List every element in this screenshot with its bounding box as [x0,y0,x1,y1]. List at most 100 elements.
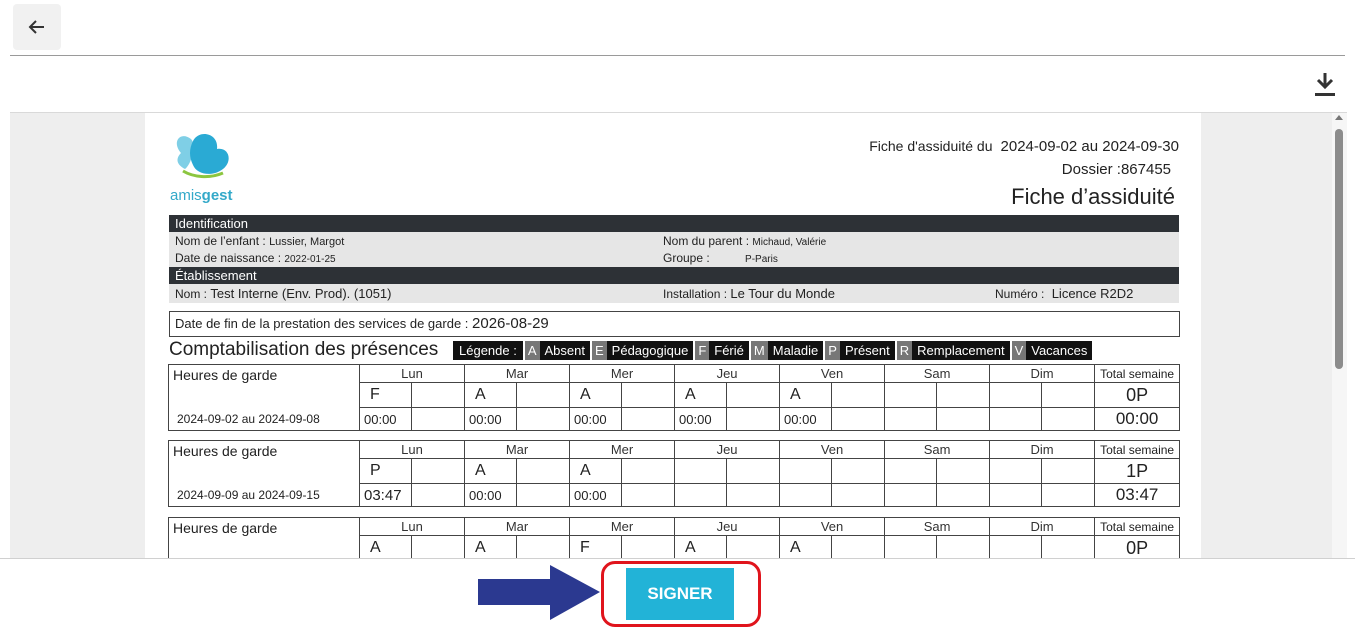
period: Fiche d'assiduité du 2024-09-02 au 2024-0… [869,138,1179,155]
day-cell [726,382,781,408]
child-row: Nom de l’enfant : Lussier, Margot Nom du… [169,232,1179,250]
day-cell [831,382,886,408]
dossier: Dossier :867455 [1061,161,1171,178]
day-cell [1041,382,1096,408]
day-cell [1041,483,1096,507]
day-cell [726,458,781,484]
day-time [674,483,728,507]
week-range: 2024-09-02 au 2024-09-08 [177,412,320,426]
legend-key: P [825,341,840,360]
day-header: Sam [884,364,991,383]
day-time [884,407,938,431]
day-cell [936,458,991,484]
total-hours: 03:47 [1094,483,1181,507]
day-cell [621,458,676,484]
arrow-left-icon [28,20,44,34]
day-time [989,407,1043,431]
day-cell [831,483,886,507]
day-cell [1041,535,1096,558]
day-header: Mer [569,364,676,383]
day-cell [410,483,466,507]
legend-key: M [750,341,768,360]
day-time: 00:00 [674,407,728,431]
day-code: A [464,382,518,408]
hours-label-cell: Heures de garde [168,517,360,558]
week-table: Heures de garde 2024-09-02 au 2024-09-08 L… [168,364,1181,431]
legend-title: Légende : [453,341,523,360]
section-title: Établissement [169,267,1179,284]
day-header: Ven [779,364,886,383]
etablissement-row: Nom : Test Interne (Env. Prod). (1051) I… [169,284,1179,303]
day-cell [726,535,781,558]
scrollbar[interactable] [1332,113,1347,558]
day-header: Mar [464,517,571,536]
day-header: Mar [464,440,571,459]
identification-section: Identification Nom de l’enfant : Lussier… [169,215,1179,303]
legend-value: Pédagogique [606,341,694,360]
pdf-viewer[interactable]: amisgest Fiche d'assiduité du 2024-09-02 … [10,113,1347,558]
day-cell [831,407,886,431]
pointer-arrow-icon [478,565,600,620]
week-table: Heures de garde Lun Mar Mer Jeu Ven Sam Dim Tota… [168,517,1181,558]
day-header: Jeu [674,517,781,536]
hours-label-cell: Heures de garde 2024-09-09 au 2024-09-15 [168,440,360,507]
day-time: 00:00 [464,483,518,507]
week-range: 2024-09-09 au 2024-09-15 [177,488,320,502]
fin-prestation: Date de fin de la prestation des service… [169,311,1180,337]
total-presence: 1P [1094,458,1181,484]
day-code [884,458,938,484]
day-cell [410,535,466,558]
day-header: Dim [989,440,1096,459]
legend: Légende : A Absent E Pédagogique F Férié MM… [453,341,1093,360]
day-header: Dim [989,517,1096,536]
scroll-up-icon[interactable] [1335,115,1343,120]
day-cell [516,382,571,408]
day-cell [410,407,466,431]
day-cell [516,407,571,431]
day-cell [621,483,676,507]
day-time: 00:00 [569,407,623,431]
day-code: A [674,535,728,558]
download-icon[interactable] [1313,70,1337,98]
day-code [989,382,1043,408]
signer-button[interactable]: SIGNER [626,568,734,620]
legend-key: A [524,341,540,360]
day-cell [621,382,676,408]
scroll-thumb[interactable] [1335,129,1343,369]
total-hours: 00:00 [1094,407,1181,431]
day-code: P [359,458,412,484]
day-code: A [359,535,412,558]
legend-value: Présent [839,341,895,360]
day-cell [726,483,781,507]
day-cell [1041,458,1096,484]
day-time: 00:00 [779,407,833,431]
legend-value: Remplacement [912,341,1010,360]
day-header: Ven [779,440,886,459]
day-cell [831,458,886,484]
day-code: F [569,535,623,558]
day-code [884,535,938,558]
divider [0,558,1355,559]
back-button[interactable] [13,4,61,50]
day-header: Sam [884,517,991,536]
day-header: Mer [569,517,676,536]
day-header: Lun [358,364,466,383]
day-time [779,483,833,507]
day-cell [726,407,781,431]
day-header: Jeu [674,364,781,383]
total-presence: 0P [1094,535,1181,558]
legend-value: Maladie [767,341,824,360]
day-code: A [569,458,623,484]
day-header: Sam [884,440,991,459]
legend-value: Absent [539,341,590,360]
day-header: Lun [358,517,466,536]
logo-text: amisgest [170,187,233,204]
day-cell [516,535,571,558]
legend-key: R [896,341,913,360]
day-header: Jeu [674,440,781,459]
day-cell [516,458,571,484]
page-title: Fiche d’assiduité [1011,184,1175,209]
document-page: amisgest Fiche d'assiduité du 2024-09-02 … [145,113,1201,558]
hours-label-cell: Heures de garde 2024-09-02 au 2024-09-08 [168,364,360,431]
day-cell [621,407,676,431]
